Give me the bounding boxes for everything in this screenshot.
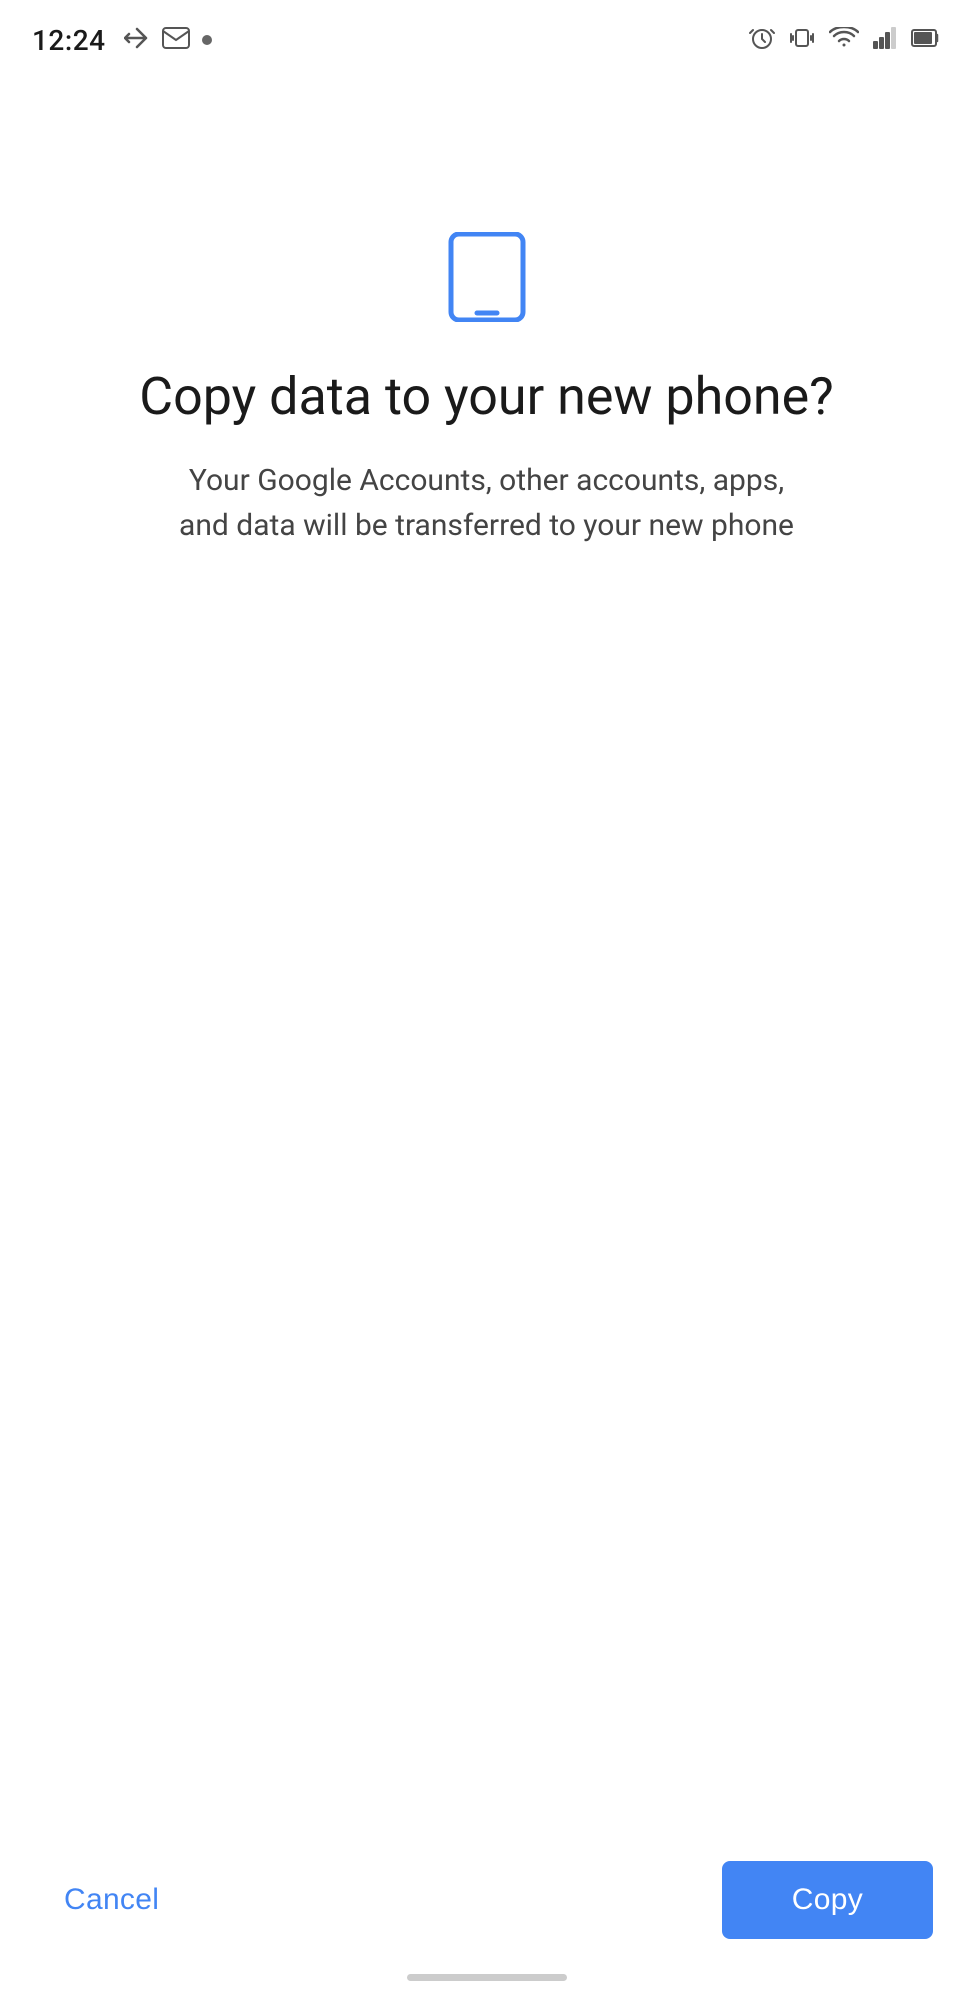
status-icons-left	[124, 27, 212, 53]
nav-bar-handle	[407, 1974, 567, 1981]
battery-icon	[911, 27, 941, 53]
status-time: 12:24	[32, 24, 106, 57]
nav-bar	[0, 1955, 973, 1999]
copy-button[interactable]: Copy	[722, 1861, 933, 1939]
bottom-actions: Cancel Copy	[0, 1861, 973, 1939]
page-subtitle: Your Google Accounts, other accounts, ap…	[177, 458, 797, 548]
alarm-icon	[749, 25, 775, 55]
phone-icon-container	[447, 232, 527, 326]
page-title: Copy data to your new phone?	[139, 366, 833, 428]
gmail-icon	[162, 27, 190, 53]
status-bar: 12:24	[0, 0, 973, 72]
phone-icon	[447, 307, 527, 326]
arrow-icon	[124, 27, 150, 53]
status-bar-left: 12:24	[32, 24, 212, 57]
status-bar-right	[749, 25, 941, 55]
cancel-button[interactable]: Cancel	[40, 1863, 183, 1937]
vibrate-icon	[789, 25, 815, 55]
notification-dot	[202, 35, 212, 45]
main-content: Copy data to your new phone? Your Google…	[0, 72, 973, 1999]
signal-icon	[873, 27, 897, 53]
wifi-icon	[829, 27, 859, 53]
